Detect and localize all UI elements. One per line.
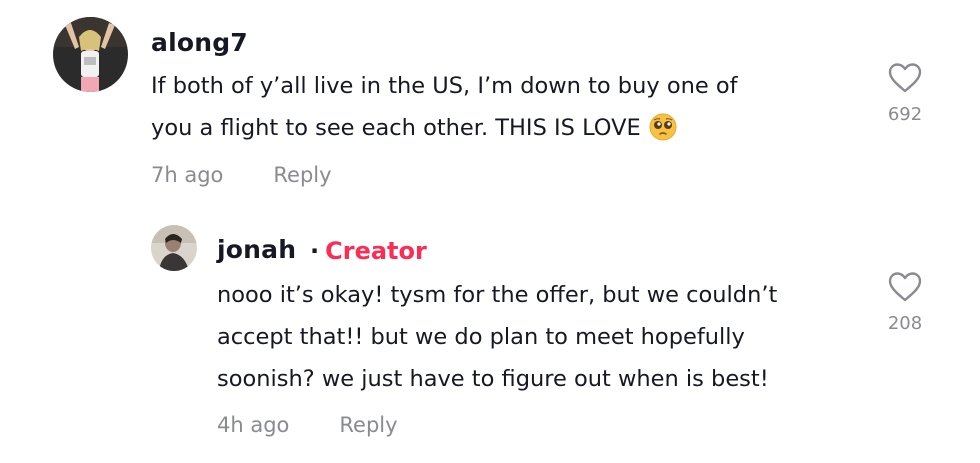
comment-text-line: soonish? we just have to figure out when…	[217, 366, 769, 392]
comment-text-line: accept that!! but we do plan to meet hop…	[217, 324, 745, 350]
comment-text-line: nooo it’s okay! tysm for the offer, but …	[217, 282, 778, 308]
creator-label: · Creator	[310, 237, 427, 265]
heart-outline-icon[interactable]	[880, 63, 930, 97]
creator-badge: Creator	[325, 237, 427, 265]
like-count: 208	[887, 313, 923, 334]
avatar[interactable]	[53, 17, 128, 92]
comment-meta: 7h ago Reply	[151, 163, 332, 187]
avatar[interactable]	[151, 225, 197, 271]
like-count: 692	[887, 104, 923, 125]
comment-meta: 4h ago Reply	[217, 413, 398, 437]
comment-text-line-content: you a flight to see each other. THIS IS …	[151, 115, 641, 141]
pleading-face-emoji	[649, 113, 677, 155]
comment-username[interactable]: jonah	[217, 235, 296, 264]
comment-text: nooo it’s okay! tysm for the offer, but …	[217, 274, 867, 400]
comment-text-line: If both of y’all live in the US, I’m dow…	[151, 73, 738, 99]
heart-outline-icon[interactable]	[880, 272, 930, 306]
comment-text-line: you a flight to see each other. THIS IS …	[151, 107, 851, 155]
comment-time: 4h ago	[217, 413, 290, 437]
comment-time: 7h ago	[151, 163, 224, 187]
comment-username[interactable]: along7	[151, 28, 248, 57]
reply-button[interactable]: Reply	[339, 413, 397, 437]
comment-text: If both of y’all live in the US, I’m dow…	[151, 65, 851, 155]
like-control: 692	[880, 63, 930, 125]
reply-button[interactable]: Reply	[273, 163, 331, 187]
like-control: 208	[880, 272, 930, 334]
separator-dot: ·	[310, 237, 320, 265]
